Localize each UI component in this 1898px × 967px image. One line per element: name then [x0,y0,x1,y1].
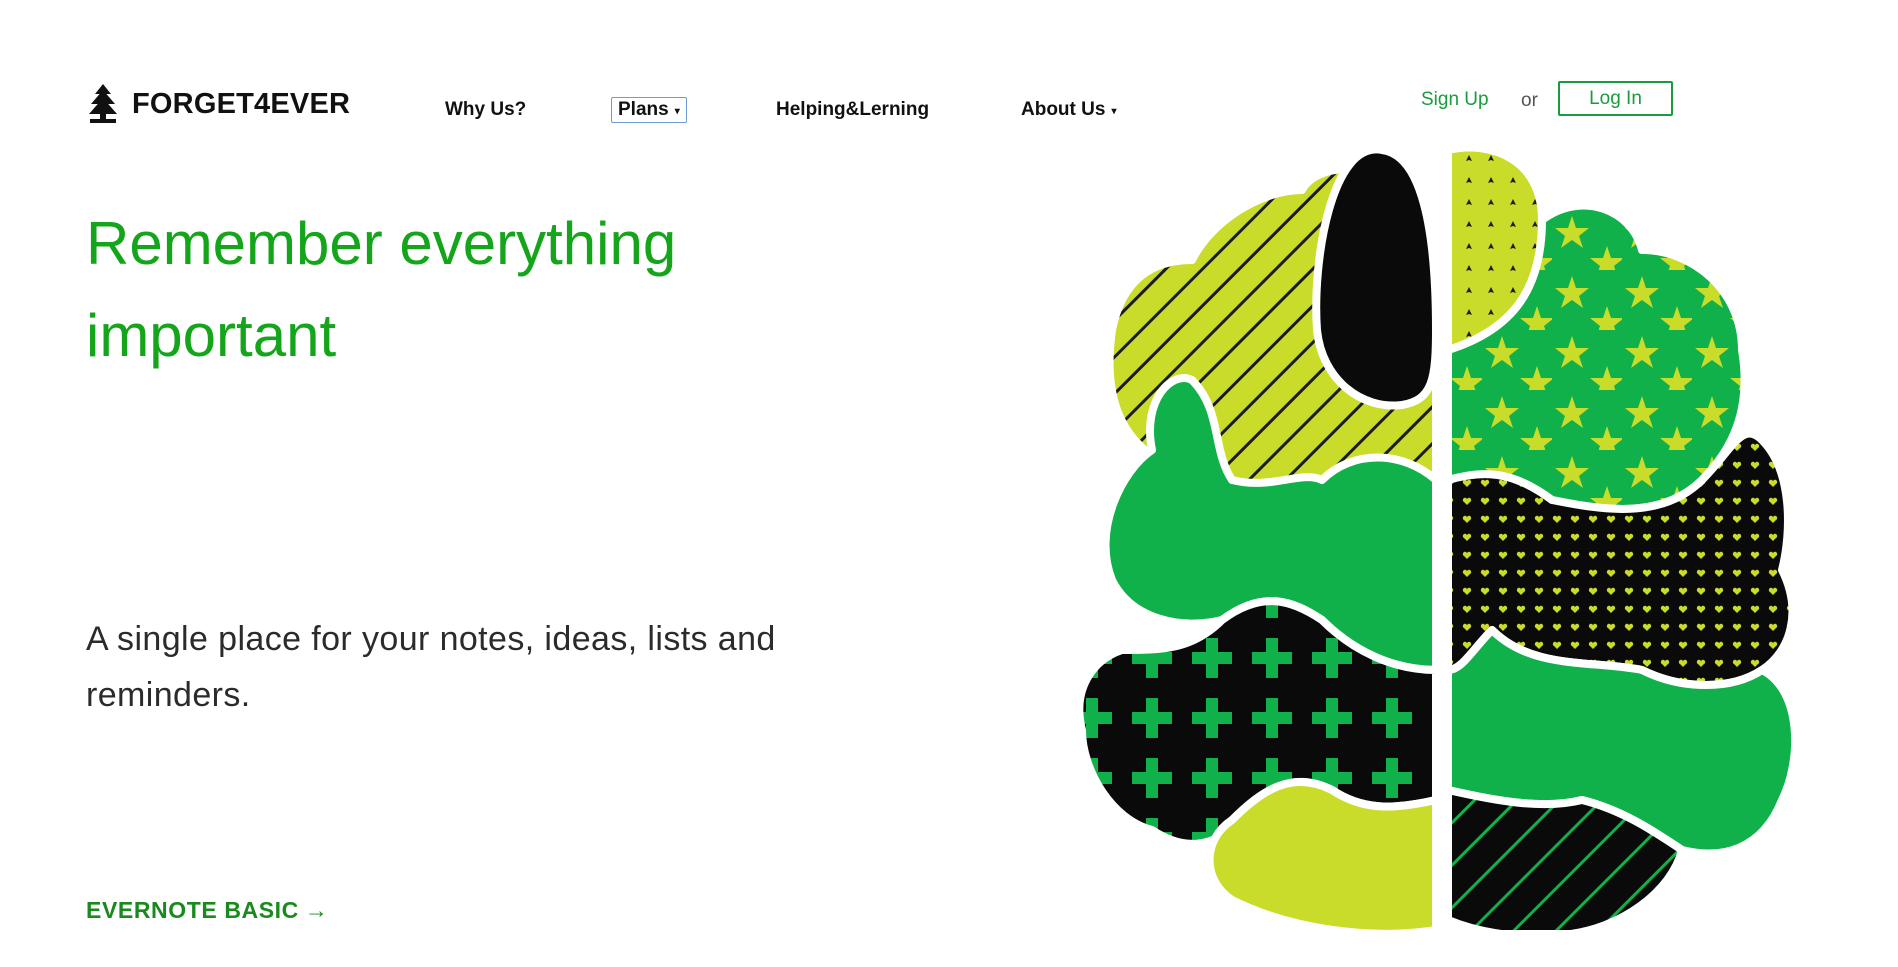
sign-up-link[interactable]: Sign Up [1421,89,1489,111]
brain-lobe-black-top [1312,150,1440,410]
brand-logo[interactable]: FORGET4EVER [88,84,350,124]
nav-why-us[interactable]: Why Us? [445,99,526,121]
nav-plans-label: Plans [618,99,669,120]
chevron-down-icon: ▾ [1111,106,1117,117]
auth-separator: or [1521,90,1538,111]
nav-helping-learning[interactable]: Helping&Lerning [776,99,929,121]
nav-about-us[interactable]: About Us ▾ [1021,99,1116,121]
hero-headline: Remember everything important [86,210,677,369]
brain-illustration [1075,150,1800,930]
nav-about-us-label: About Us [1021,99,1106,120]
nav-helping-label: Helping&Lerning [776,99,930,120]
cta-label: EVERNOTE BASIC [86,897,299,923]
landing-page: FORGET4EVER Why Us? Plans ▾ Helping&Lern… [0,0,1898,967]
nav-plans[interactable]: Plans ▾ [611,97,687,123]
brain-lobe-left-bottom [1205,778,1440,930]
chevron-down-icon: ▾ [674,106,680,117]
hero-subtitle: A single place for your notes, ideas, li… [86,620,776,714]
evernote-basic-link[interactable]: EVERNOTE BASIC → [86,897,328,924]
log-in-button[interactable]: Log In [1558,81,1673,116]
arrow-right-icon: → [304,897,329,923]
brand-name: FORGET4EVER [132,87,351,120]
tree-icon [89,84,117,123]
nav-why-us-label: Why Us? [445,99,527,120]
log-in-label: Log In [1589,87,1642,109]
